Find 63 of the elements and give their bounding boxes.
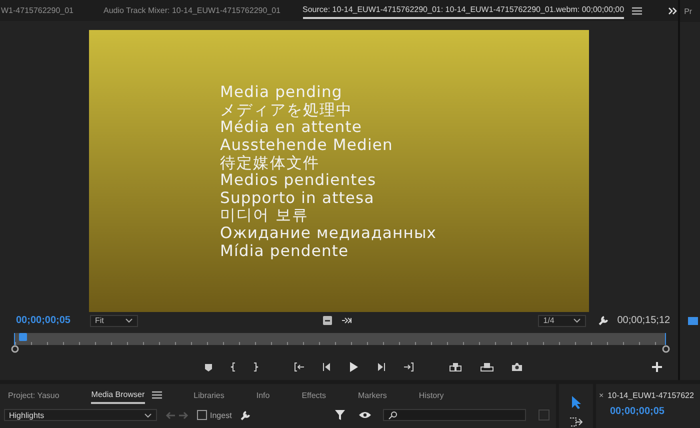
chevron-icon[interactable]	[668, 6, 678, 15]
duration-timecode: 00;00;15;12	[617, 315, 670, 326]
resolution-dropdown[interactable]: 1/4	[538, 314, 586, 327]
slate-text: 미디어 보류	[220, 207, 310, 226]
menu-icon[interactable]	[152, 391, 162, 399]
wrench-icon[interactable]	[240, 410, 251, 420]
add-icon[interactable]	[652, 362, 662, 372]
panel-tab[interactable]: Effects	[302, 388, 326, 402]
slate-text: Ausstehende Medien	[220, 137, 394, 155]
marker-icon[interactable]	[204, 362, 213, 372]
panel-tab[interactable]: Markers	[358, 388, 387, 402]
panel-tab[interactable]: History	[418, 388, 444, 402]
eye-icon[interactable]	[359, 411, 371, 419]
track-select-icon[interactable]	[569, 417, 583, 427]
step-back-icon[interactable]	[322, 362, 332, 372]
playhead-handle[interactable]	[688, 317, 698, 325]
camera-icon[interactable]	[511, 362, 523, 372]
panel-tab[interactable]: Source: 10-14_EUW1-4715762290_01: 10-14_EUW1-4715762290_01.webm: 00;00;00;00	[302, 2, 624, 20]
panel-tab[interactable]: W1-4715762290_01	[1, 3, 74, 18]
slate-text: Medios pendientes	[220, 172, 378, 190]
mark-in-icon[interactable]	[230, 362, 236, 372]
slate-text: Media pending	[220, 84, 344, 102]
time-ruler[interactable]	[14, 332, 666, 346]
slate-text: メディアを処理中	[220, 102, 354, 120]
search-icon	[388, 410, 400, 420]
mark-out-icon[interactable]	[253, 362, 259, 372]
caret-icon	[573, 318, 582, 324]
in-handle[interactable]	[11, 345, 19, 354]
panel-tab[interactable]: Libraries	[194, 388, 224, 402]
ingest-checkbox[interactable]	[197, 410, 207, 420]
play-icon[interactable]	[349, 362, 359, 372]
panel-tab[interactable]: Project: Yasuo	[8, 388, 60, 402]
current-timecode[interactable]: 00;00;00;05	[16, 315, 90, 326]
search-field[interactable]	[383, 409, 526, 421]
fast-forward-icon[interactable]	[342, 317, 354, 324]
panel-tab[interactable]: Audio Track Mixer: 10-14_EUW1-4715762290_01	[104, 3, 281, 18]
overwrite-icon[interactable]	[480, 362, 494, 372]
selection-tool-icon[interactable]	[571, 396, 581, 409]
out-handle[interactable]	[662, 345, 670, 354]
playhead-handle[interactable]	[19, 332, 28, 341]
go-to-in-icon[interactable]	[293, 362, 305, 372]
zoom-dropdown[interactable]: Fit	[90, 314, 138, 327]
current-timecode[interactable]: 00;00;00;05	[596, 406, 664, 417]
caret-icon	[144, 412, 152, 418]
slate-text: Ожидание медиаданных	[220, 225, 438, 243]
step-forward-icon[interactable]	[376, 362, 386, 372]
panel-tab[interactable]: Media Browser	[91, 386, 145, 404]
slate-text: Média en attente	[220, 119, 364, 138]
filter-icon[interactable]	[335, 410, 347, 420]
close-button[interactable]: ×	[599, 390, 604, 400]
caret-icon	[125, 318, 133, 324]
checkbox-label[interactable]: Ingest	[210, 410, 232, 420]
panel-tab[interactable]: 10-14_EUW1-47157622	[608, 390, 694, 400]
go-to-out-icon[interactable]	[403, 362, 415, 372]
wrench-icon[interactable]	[598, 315, 610, 326]
panel-tab[interactable]: Info	[256, 388, 270, 402]
slate-text: 待定媒体文件	[220, 154, 321, 172]
slate-text: Mídia pendente	[220, 242, 350, 260]
safe-margins-icon[interactable]	[323, 316, 332, 326]
slate-text: Supporto in attesa	[220, 190, 376, 208]
insert-icon[interactable]	[449, 362, 463, 372]
menu-icon[interactable]	[632, 6, 642, 15]
location-dropdown[interactable]: Highlights	[4, 409, 157, 421]
